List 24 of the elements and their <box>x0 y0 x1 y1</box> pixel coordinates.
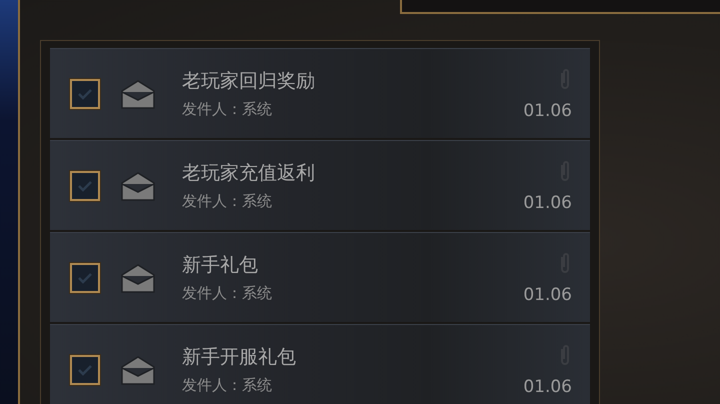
mail-date: 01.06 <box>523 192 572 212</box>
checkbox[interactable] <box>70 170 100 200</box>
envelope-icon <box>120 262 156 294</box>
mail-sender: 发件人：系统 <box>182 376 273 395</box>
mail-item[interactable]: 新手开服礼包 发件人：系统 01.06 <box>50 324 590 404</box>
envelope-icon <box>120 170 156 202</box>
mail-date: 01.06 <box>523 376 572 396</box>
mail-title: 老玩家回归奖励 <box>182 69 316 94</box>
mail-item[interactable]: 老玩家回归奖励 发件人：系统 01.06 <box>50 48 590 138</box>
mail-item[interactable]: 老玩家充值返利 发件人：系统 01.06 <box>50 140 590 230</box>
envelope-icon <box>120 354 156 386</box>
checkbox[interactable] <box>70 354 100 384</box>
mail-title: 新手礼包 <box>182 253 259 278</box>
mail-title: 老玩家充值返利 <box>182 161 316 186</box>
envelope-icon <box>120 78 156 110</box>
mail-sender: 发件人：系统 <box>182 192 273 211</box>
mail-title: 新手开服礼包 <box>182 345 297 370</box>
mail-sender: 发件人：系统 <box>182 100 273 119</box>
checkbox[interactable] <box>70 262 100 292</box>
checkbox[interactable] <box>70 78 100 108</box>
mail-item[interactable]: 新手礼包 发件人：系统 01.06 <box>50 232 590 322</box>
mail-date: 01.06 <box>523 284 572 304</box>
mail-sender: 发件人：系统 <box>182 284 273 303</box>
mail-date: 01.06 <box>523 100 572 120</box>
